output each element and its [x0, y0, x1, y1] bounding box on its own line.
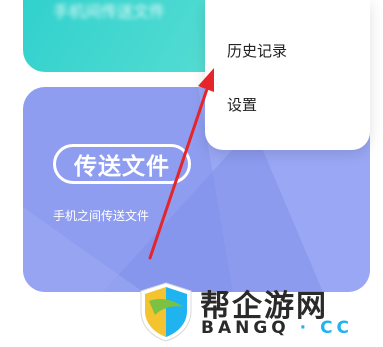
watermark-domain: BANGQ · CC — [201, 318, 353, 338]
watermark-domain-sep: · — [299, 318, 311, 338]
watermark-domain-prefix: BANGQ — [201, 318, 290, 338]
watermark-domain-suffix: CC — [320, 318, 354, 338]
watermark-shield-logo — [140, 282, 192, 342]
